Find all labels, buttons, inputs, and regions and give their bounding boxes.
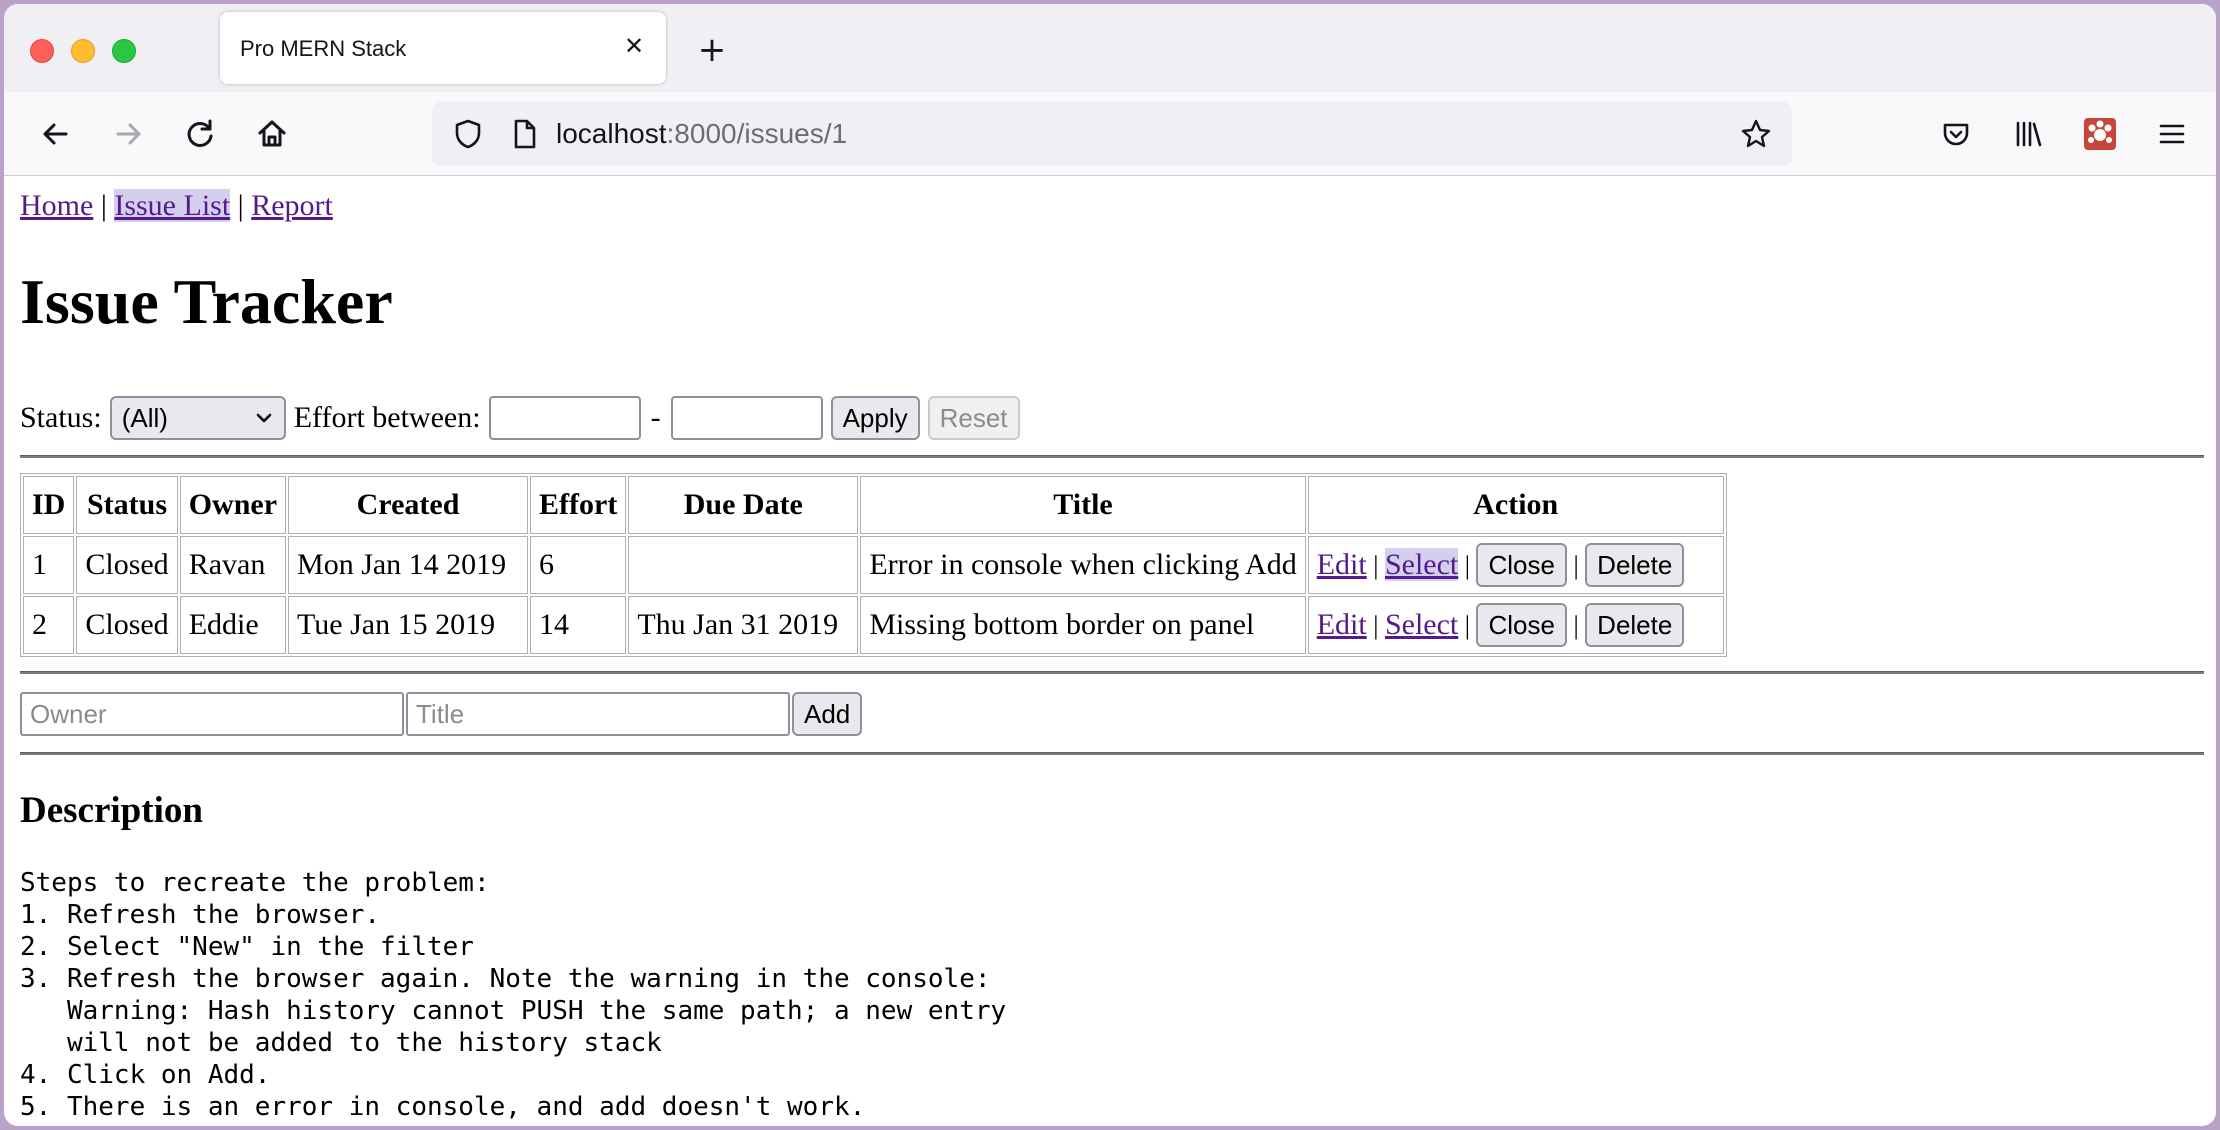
column-header-status: Status [76,476,178,534]
nav-issue-list-link[interactable]: Issue List [114,189,231,222]
browser-tab[interactable]: Pro MERN Stack ✕ [220,12,666,84]
table-row: 2 Closed Eddie Tue Jan 15 2019 14 Thu Ja… [23,596,1724,654]
tab-strip: Pro MERN Stack ✕ + [4,4,2216,92]
cell-action: Edit | Select | Close | Delete [1307,536,1724,594]
nav-separator: | [93,189,115,222]
url-path: :8000/issues/1 [666,118,848,149]
title-input[interactable]: Title [406,692,790,736]
table-row: 1 Closed Ravan Mon Jan 14 2019 6 Error i… [23,536,1724,594]
cell-owner: Eddie [179,596,287,654]
effort-dash: - [650,401,661,434]
pocket-icon[interactable] [1936,114,1976,154]
page-icon[interactable] [504,114,544,154]
browser-window: Pro MERN Stack ✕ + localhost:8000/issues… [4,4,2216,1126]
cell-status: Closed [76,536,178,594]
column-header-owner: Owner [179,476,287,534]
apply-button[interactable]: Apply [830,396,920,440]
select-link[interactable]: Select [1385,608,1458,641]
action-separator: | [1366,551,1385,580]
description-text: Steps to recreate the problem: 1. Refres… [20,868,1007,1122]
edit-link[interactable]: Edit [1317,548,1367,581]
url-host: localhost [556,118,667,149]
add-button[interactable]: Add [792,692,863,736]
cell-created: Mon Jan 14 2019 [288,536,529,594]
cell-effort: 6 [530,536,627,594]
owner-input[interactable]: Owner [20,692,404,736]
new-tab-button[interactable]: + [692,30,732,70]
select-link[interactable]: Select [1384,548,1459,581]
status-select[interactable]: (All) [109,396,286,440]
action-separator: | [1566,611,1586,640]
issue-table: ID Status Owner Created Effort Due Date … [20,473,1727,657]
cell-created: Tue Jan 15 2019 [288,596,529,654]
column-header-due-date: Due Date [628,476,859,534]
close-issue-button[interactable]: Close [1476,603,1567,647]
nav-report-link[interactable]: Report [251,189,333,222]
cell-title: Missing bottom border on panel [860,596,1306,654]
action-separator: | [1458,551,1477,580]
status-label: Status: [20,401,102,434]
column-header-id: ID [23,476,75,534]
library-icon[interactable] [2008,114,2048,154]
cell-title: Error in console when clicking Add [860,536,1306,594]
table-header-row: ID Status Owner Created Effort Due Date … [23,476,1724,534]
forward-icon[interactable] [108,114,148,154]
minimize-window-button[interactable] [71,39,95,63]
navigation-toolbar: localhost:8000/issues/1 [4,92,2216,176]
page-title: Issue Tracker [20,266,393,337]
edit-link[interactable]: Edit [1317,608,1367,641]
reset-button[interactable]: Reset [927,396,1020,440]
column-header-effort: Effort [530,476,627,534]
column-header-title: Title [860,476,1306,534]
chevron-down-icon [254,398,274,452]
effort-max-input[interactable] [670,396,823,440]
cell-due-date [628,536,859,594]
status-select-value: (All) [121,403,168,433]
cell-owner: Ravan [179,536,287,594]
menu-icon[interactable] [2152,114,2192,154]
tab-title: Pro MERN Stack [240,36,407,61]
bookmark-star-icon[interactable] [1736,114,1776,154]
effort-min-input[interactable] [488,396,641,440]
cell-status: Closed [76,596,178,654]
nav-home-link[interactable]: Home [20,189,93,222]
shield-icon[interactable] [448,114,488,154]
page-content: Home | Issue List | Report Issue Tracker… [4,177,2216,1126]
back-icon[interactable] [36,114,76,154]
effort-label: Effort between: [293,401,481,434]
cell-effort: 14 [530,596,627,654]
description-heading: Description [20,790,203,831]
cell-id: 2 [23,596,75,654]
divider [20,455,2204,458]
issue-add-form: Owner Title Add [20,692,863,736]
action-separator: | [1458,611,1477,640]
nav-separator: | [230,189,252,222]
top-navigation: Home | Issue List | Report [20,189,333,223]
action-separator: | [1366,611,1385,640]
cell-due-date: Thu Jan 31 2019 [628,596,859,654]
cell-id: 1 [23,536,75,594]
close-issue-button[interactable]: Close [1476,543,1567,587]
delete-issue-button[interactable]: Delete [1585,543,1685,587]
url-bar[interactable]: localhost:8000/issues/1 [432,102,1792,166]
delete-issue-button[interactable]: Delete [1585,603,1685,647]
column-header-action: Action [1307,476,1724,534]
home-icon[interactable] [252,114,292,154]
close-window-button[interactable] [30,39,54,63]
column-header-created: Created [288,476,529,534]
extension-icon[interactable] [2080,114,2120,154]
issue-filter: Status: (All) Effort between: - Apply Re… [20,395,1020,441]
divider [20,671,2204,674]
reload-icon[interactable] [180,114,220,154]
cell-action: Edit | Select | Close | Delete [1307,596,1724,654]
url-text[interactable]: localhost:8000/issues/1 [556,118,847,150]
action-separator: | [1566,551,1586,580]
tab-close-icon[interactable]: ✕ [618,30,650,62]
zoom-window-button[interactable] [112,39,136,63]
divider [20,752,2204,755]
